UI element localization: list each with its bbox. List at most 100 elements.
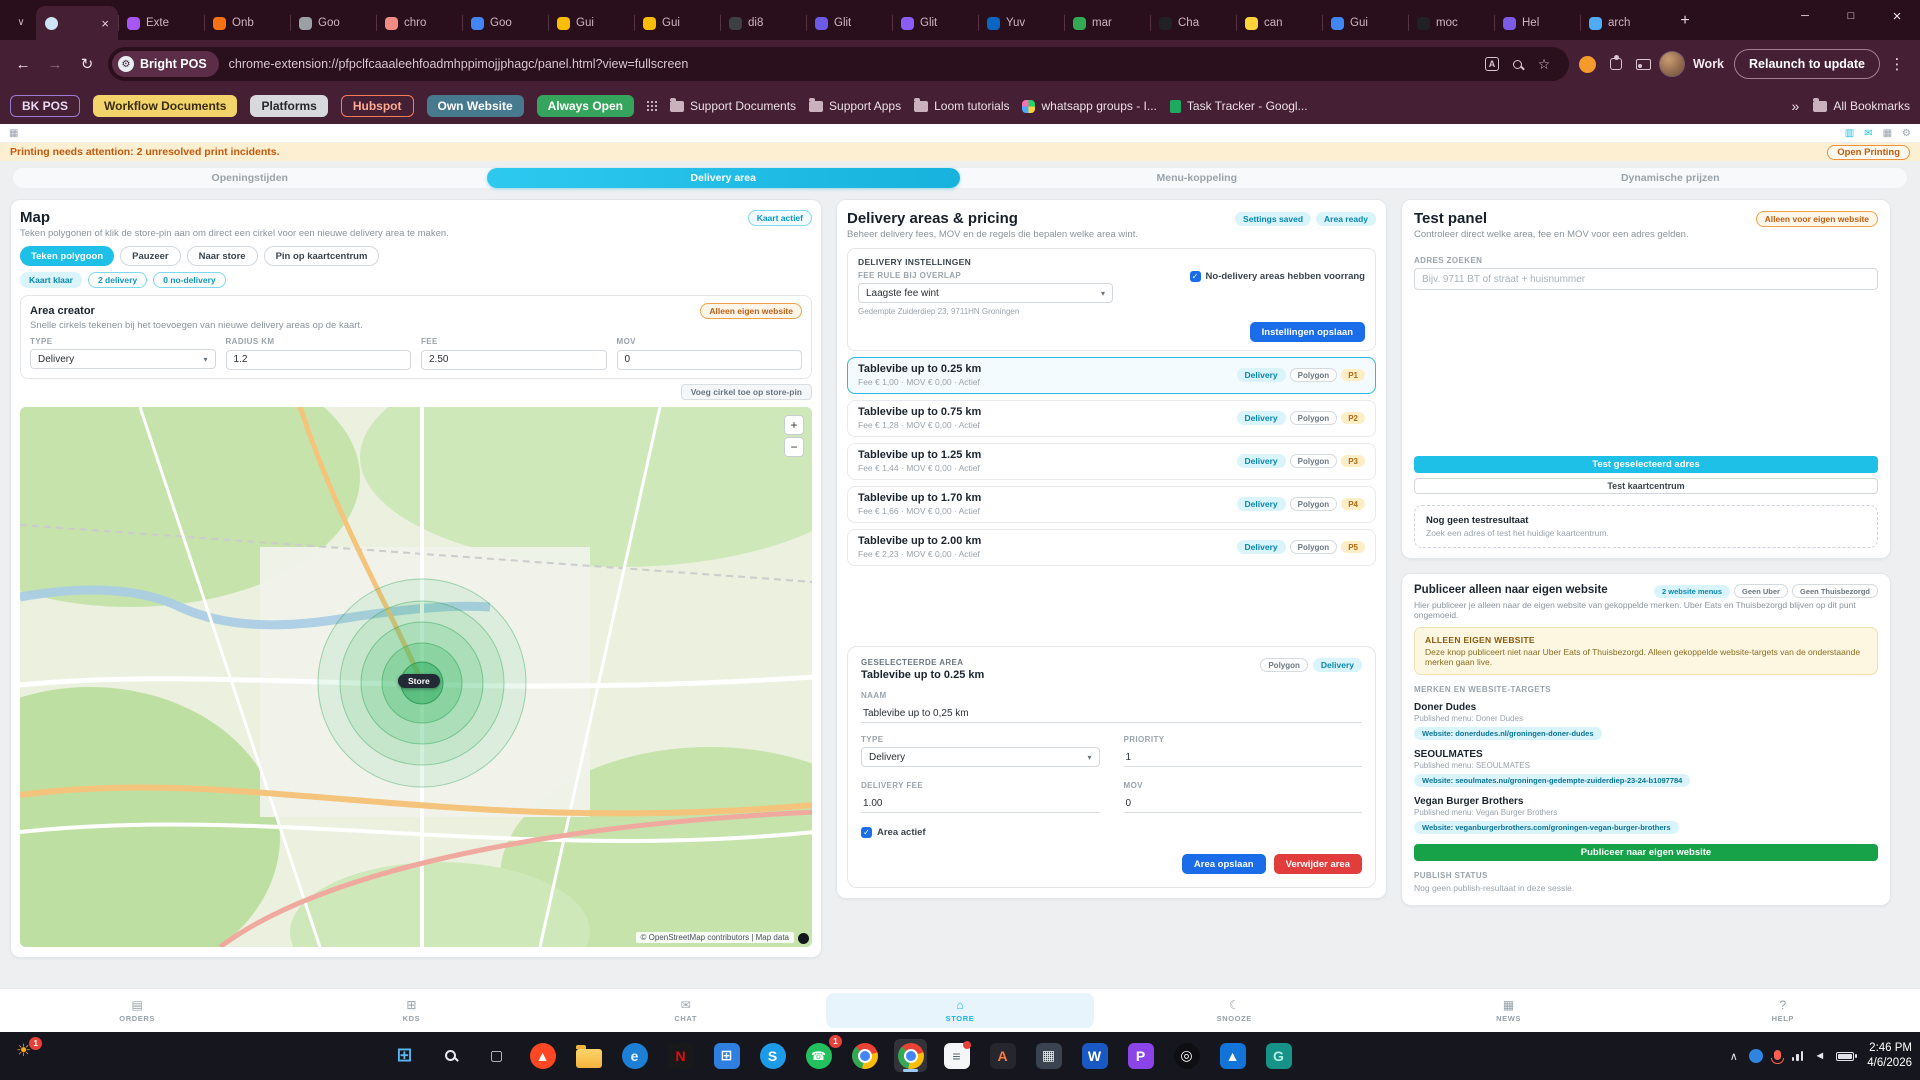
volume-icon[interactable]: ◄ bbox=[1814, 1050, 1825, 1062]
nav-help[interactable]: ?HELP bbox=[1649, 993, 1917, 1028]
bookmark-folder-loom-tutorials[interactable]: Loom tutorials bbox=[914, 99, 1009, 113]
back-button[interactable]: ← bbox=[8, 49, 38, 79]
tray-chevron-icon[interactable]: ∧ bbox=[1730, 1050, 1738, 1063]
area-row[interactable]: Tablevibe up to 1.25 kmFee € 1,44 · MOV … bbox=[847, 443, 1376, 480]
fee-rule-select[interactable]: Laagste fee wint▾ bbox=[858, 283, 1113, 303]
area-row[interactable]: Tablevibe up to 1.70 kmFee € 1,66 · MOV … bbox=[847, 486, 1376, 523]
brand-website-chip[interactable]: Website: veganburgerbrothers.com/groning… bbox=[1414, 821, 1679, 834]
new-tab-button[interactable]: + bbox=[1672, 8, 1698, 34]
area-row[interactable]: Tablevibe up to 2.00 kmFee € 2,23 · MOV … bbox=[847, 529, 1376, 566]
search-lens-icon[interactable] bbox=[1505, 51, 1531, 77]
translate-icon[interactable]: A bbox=[1479, 51, 1505, 77]
editor-mov-input[interactable] bbox=[1124, 795, 1363, 813]
nav-kds[interactable]: ⊞KDS bbox=[277, 993, 545, 1028]
taskbar-icon-skype[interactable]: S bbox=[756, 1039, 789, 1072]
taskbar-icon-word[interactable]: W bbox=[1078, 1039, 1111, 1072]
creator-mov-input[interactable] bbox=[617, 350, 803, 370]
area-active-checkbox[interactable]: ✓ bbox=[861, 827, 872, 838]
extension-chip[interactable]: ⚙ Bright POS bbox=[112, 51, 219, 77]
nav-chat[interactable]: ✉CHAT bbox=[552, 993, 820, 1028]
apps-grid-icon[interactable] bbox=[647, 101, 657, 111]
microphone-in-use-icon[interactable] bbox=[1774, 1050, 1781, 1060]
map-logo-icon[interactable] bbox=[798, 933, 809, 944]
taskbar-icon-gitkraken[interactable]: G bbox=[1262, 1039, 1295, 1072]
tray-blue-app-icon[interactable] bbox=[1749, 1049, 1763, 1063]
browser-tab[interactable]: di8 bbox=[720, 6, 806, 40]
nav-snooze[interactable]: ☾SNOOZE bbox=[1100, 993, 1368, 1028]
bookmark-platforms[interactable]: Platforms bbox=[250, 95, 327, 117]
all-bookmarks-button[interactable]: All Bookmarks bbox=[1813, 99, 1910, 113]
taskbar-icon-chrome-active[interactable] bbox=[894, 1039, 927, 1072]
browser-tab[interactable]: moc bbox=[1408, 6, 1494, 40]
tab-dynamische-prijzen[interactable]: Dynamische prijzen bbox=[1434, 168, 1908, 188]
area-row[interactable]: Tablevibe up to 0.75 kmFee € 1,28 · MOV … bbox=[847, 400, 1376, 437]
creator-fee-input[interactable] bbox=[421, 350, 607, 370]
taskbar-weather-widget[interactable]: ☀ 1 bbox=[16, 1041, 44, 1061]
pause-button[interactable]: Pauzeer bbox=[120, 246, 180, 266]
chat-icon[interactable]: ✉ bbox=[1864, 128, 1872, 139]
extension-action-icon[interactable] bbox=[1575, 51, 1601, 77]
tab-close-icon[interactable]: × bbox=[101, 16, 109, 31]
stats-icon[interactable]: ▥ bbox=[1845, 128, 1854, 139]
tab-search-icon[interactable]: ∨ bbox=[8, 9, 34, 35]
browser-tab[interactable]: Onb bbox=[204, 6, 290, 40]
taskbar-icon-chrome[interactable] bbox=[848, 1039, 881, 1072]
browser-tab[interactable]: Glit bbox=[806, 6, 892, 40]
bookmark-folder-support-documents[interactable]: Support Documents bbox=[670, 99, 796, 113]
taskbar-icon-photos[interactable]: P bbox=[1124, 1039, 1157, 1072]
open-printing-button[interactable]: Open Printing bbox=[1827, 145, 1910, 160]
priority-input[interactable] bbox=[1124, 749, 1363, 767]
add-circle-on-store-pin-button[interactable]: Voeg cirkel toe op store-pin bbox=[681, 384, 812, 400]
browser-tab[interactable]: Yuv bbox=[978, 6, 1064, 40]
cast-icon[interactable] bbox=[1631, 51, 1657, 77]
reload-button[interactable]: ↻ bbox=[72, 49, 102, 79]
zoom-in-button[interactable]: + bbox=[784, 415, 804, 435]
nav-store[interactable]: ⌂STORE bbox=[826, 993, 1094, 1028]
browser-tab[interactable]: Exte bbox=[118, 6, 204, 40]
taskbar-icon-ms-store[interactable]: ⊞ bbox=[710, 1039, 743, 1072]
area-row[interactable]: Tablevibe up to 0.25 kmFee € 1,00 · MOV … bbox=[847, 357, 1376, 394]
extensions-puzzle-icon[interactable] bbox=[1603, 51, 1629, 77]
browser-tab-active[interactable]: × bbox=[36, 6, 118, 40]
browser-tab[interactable]: Glit bbox=[892, 6, 978, 40]
creator-type-select[interactable]: Delivery▾ bbox=[30, 349, 216, 369]
task-view-button[interactable]: ▢ bbox=[480, 1039, 513, 1072]
url-text[interactable]: chrome-extension://pfpclfcaaaleehfoadmhp… bbox=[229, 57, 1479, 71]
address-bar[interactable]: ⚙ Bright POS chrome-extension://pfpclfca… bbox=[108, 47, 1569, 81]
bookmark-folder-support-apps[interactable]: Support Apps bbox=[809, 99, 901, 113]
grid-icon[interactable]: ▦ bbox=[1883, 128, 1892, 139]
taskbar-icon-netflix[interactable]: N bbox=[664, 1039, 697, 1072]
browser-tab[interactable]: Hel bbox=[1494, 6, 1580, 40]
browser-tab[interactable]: mar bbox=[1064, 6, 1150, 40]
nodelivery-priority-checkbox[interactable]: ✓ bbox=[1190, 271, 1201, 282]
area-name-input[interactable] bbox=[861, 705, 1362, 723]
browser-tab[interactable]: Gui bbox=[548, 6, 634, 40]
nav-news[interactable]: ▦NEWS bbox=[1374, 993, 1642, 1028]
browser-tab[interactable]: Gui bbox=[634, 6, 720, 40]
browser-tab[interactable]: Gui bbox=[1322, 6, 1408, 40]
taskbar-icon-file-explorer[interactable] bbox=[572, 1039, 605, 1072]
network-icon[interactable] bbox=[1792, 1051, 1804, 1061]
close-button[interactable]: × bbox=[1874, 0, 1920, 32]
creator-radius-input[interactable] bbox=[226, 350, 412, 370]
brand-website-chip[interactable]: Website: donerdudes.nl/groningen-doner-d… bbox=[1414, 727, 1602, 740]
taskbar-icon-notepad[interactable]: ≡ bbox=[940, 1039, 973, 1072]
taskbar-icon-gallery[interactable]: ▲ bbox=[1216, 1039, 1249, 1072]
taskbar-icon-obs[interactable]: ◎ bbox=[1170, 1039, 1203, 1072]
bookmarks-overflow-icon[interactable]: » bbox=[1792, 98, 1800, 114]
go-to-store-button[interactable]: Naar store bbox=[187, 246, 258, 266]
bookmark-workflow-documents[interactable]: Workflow Documents bbox=[93, 95, 237, 117]
tab-menu-koppeling[interactable]: Menu-koppeling bbox=[960, 168, 1434, 188]
browser-menu-icon[interactable]: ⋮ bbox=[1882, 49, 1912, 79]
taskbar-search[interactable] bbox=[434, 1039, 467, 1072]
tab-delivery-area[interactable]: Delivery area bbox=[487, 168, 961, 188]
test-map-center-button[interactable]: Test kaartcentrum bbox=[1414, 478, 1878, 494]
forward-button[interactable]: → bbox=[40, 49, 70, 79]
map-viewport[interactable]: Store + − © OpenStreetMap contributors |… bbox=[20, 407, 812, 947]
store-pin[interactable]: Store bbox=[398, 674, 440, 688]
zoom-out-button[interactable]: − bbox=[784, 437, 804, 457]
address-search-input[interactable] bbox=[1414, 268, 1878, 290]
browser-tab[interactable]: can bbox=[1236, 6, 1322, 40]
taskbar-icon-edge[interactable]: e bbox=[618, 1039, 651, 1072]
browser-tab[interactable]: Cha bbox=[1150, 6, 1236, 40]
